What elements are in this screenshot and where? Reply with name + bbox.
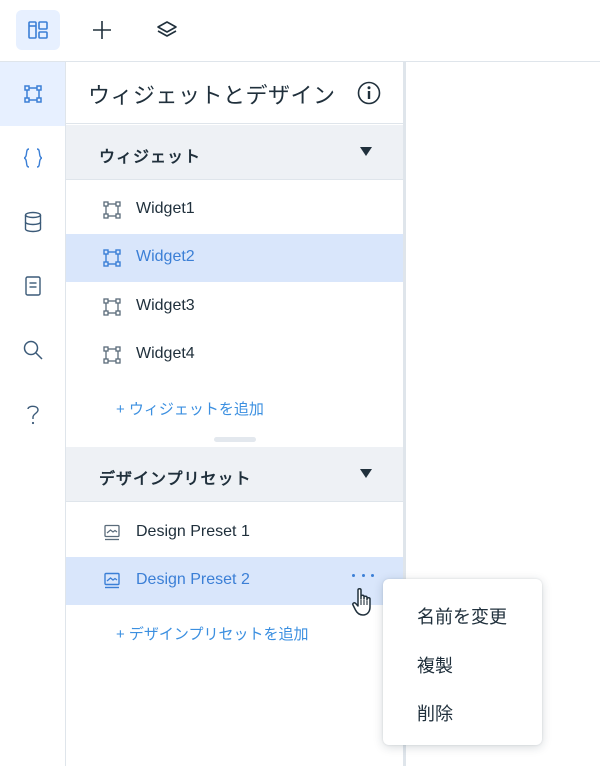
menu-item-label: 複製 xyxy=(417,656,453,676)
widget-icon xyxy=(103,201,121,219)
section-title: デザインプリセット xyxy=(99,471,252,488)
duplicate-menu-item[interactable]: 複製 xyxy=(383,638,542,686)
database-icon xyxy=(24,211,41,233)
rail-widgets-button[interactable] xyxy=(0,62,65,126)
more-actions-icon[interactable] xyxy=(352,568,374,582)
rail-pages-button[interactable] xyxy=(0,254,65,318)
widget-row-selected[interactable]: Widget2 xyxy=(66,234,404,282)
design-preset-icon xyxy=(104,524,120,541)
widgets-section-header[interactable]: ウィジェット xyxy=(66,125,404,180)
search-icon xyxy=(23,340,43,360)
editor-root: ウィジェットとデザイン ウィジェット Widget1 Widget2 Widge… xyxy=(0,0,600,766)
panel-title: ウィジェットとデザイン xyxy=(88,83,336,108)
top-toolbar xyxy=(0,0,600,62)
help-icon xyxy=(26,405,39,425)
widget-row[interactable]: Widget1 xyxy=(66,186,404,234)
panel-header: ウィジェットとデザイン xyxy=(66,62,404,124)
add-widget-link[interactable]: + ウィジェットを追加 xyxy=(116,398,264,419)
caret-down-icon[interactable] xyxy=(360,469,372,478)
page-icon xyxy=(24,276,41,296)
resize-handle[interactable] xyxy=(214,437,256,442)
context-menu: 名前を変更 複製 削除 xyxy=(383,579,542,745)
widget-icon xyxy=(103,298,121,316)
left-rail xyxy=(0,62,66,766)
design-preset-icon xyxy=(104,572,120,589)
rail-search-button[interactable] xyxy=(0,318,65,382)
layers-button[interactable] xyxy=(145,10,189,50)
add-preset-link[interactable]: + デザインプリセットを追加 xyxy=(116,623,308,644)
dot xyxy=(361,573,365,577)
plus-icon xyxy=(93,21,111,39)
dot xyxy=(352,573,355,577)
widget-icon xyxy=(103,346,121,364)
menu-item-label: 名前を変更 xyxy=(417,607,507,627)
layout-panels-icon xyxy=(28,21,48,39)
preset-label: Design Preset 1 xyxy=(136,523,250,540)
rail-database-button[interactable] xyxy=(0,190,65,254)
widget-label: Widget4 xyxy=(136,345,195,362)
rename-menu-item[interactable]: 名前を変更 xyxy=(383,589,542,637)
caret-down-icon[interactable] xyxy=(360,147,372,156)
widget-label: Widget1 xyxy=(136,200,195,217)
delete-menu-item[interactable]: 削除 xyxy=(383,686,542,734)
widget-label: Widget2 xyxy=(136,248,195,265)
menu-item-label: 削除 xyxy=(417,704,453,724)
widget-row[interactable]: Widget3 xyxy=(66,283,404,331)
presets-section-header[interactable]: デザインプリセット xyxy=(66,447,404,502)
widget-label: Widget3 xyxy=(136,297,195,314)
add-button[interactable] xyxy=(80,10,124,50)
widgets-design-panel: ウィジェットとデザイン ウィジェット Widget1 Widget2 Widge… xyxy=(66,62,404,766)
info-icon[interactable] xyxy=(356,80,382,106)
hand-cursor-icon xyxy=(352,587,371,616)
code-braces-icon xyxy=(23,148,42,168)
dot xyxy=(371,573,374,577)
layers-icon xyxy=(157,21,177,37)
section-title: ウィジェット xyxy=(99,149,202,166)
widget-row[interactable]: Widget4 xyxy=(66,331,404,379)
layout-panels-button[interactable] xyxy=(16,10,60,50)
widget-icon xyxy=(23,85,42,103)
rail-help-button[interactable] xyxy=(0,382,65,446)
widget-icon xyxy=(103,249,121,267)
preset-row[interactable]: Design Preset 1 xyxy=(66,509,404,557)
rail-code-button[interactable] xyxy=(0,126,65,190)
preset-label: Design Preset 2 xyxy=(136,571,250,588)
